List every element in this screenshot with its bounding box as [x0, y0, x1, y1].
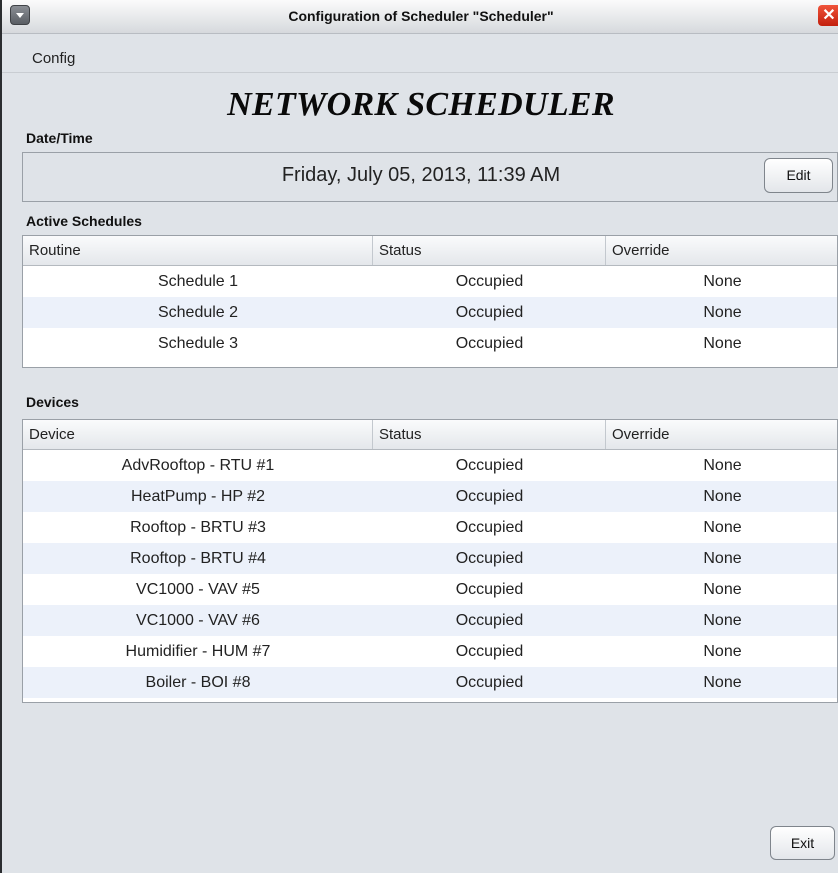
table-row[interactable]: Schedule 2 Occupied None: [23, 297, 837, 328]
schedules-body: Schedule 1 Occupied None Schedule 2 Occu…: [23, 266, 837, 359]
scheduler-window: Configuration of Scheduler "Scheduler" ✕…: [0, 0, 838, 873]
override-cell: None: [703, 519, 742, 536]
routine-cell: Schedule 1: [157, 273, 239, 290]
status-cell: Occupied: [455, 457, 524, 474]
devices-body: AdvRooftop - RTU #1 Occupied None HeatPu…: [23, 450, 837, 698]
status-cell: Occupied: [455, 674, 524, 691]
table-row[interactable]: VC1000 - VAV #6 Occupied None: [23, 605, 837, 636]
schedules-table: Routine Status Override Schedule 1 Occup…: [22, 235, 838, 368]
status-cell: Occupied: [455, 519, 524, 536]
routine-cell: Schedule 2: [157, 304, 239, 321]
active-schedules-label: Active Schedules: [26, 213, 142, 229]
status-cell: Occupied: [455, 304, 524, 321]
menu-config[interactable]: Config: [32, 50, 75, 67]
device-cell: Boiler - BOI #8: [145, 674, 251, 691]
override-cell: None: [703, 643, 742, 660]
override-cell: None: [703, 335, 742, 352]
status-cell: Occupied: [455, 488, 524, 505]
table-row[interactable]: Rooftop - BRTU #4 Occupied None: [23, 543, 837, 574]
title-bar[interactable]: Configuration of Scheduler "Scheduler" ✕: [2, 0, 838, 34]
override-cell: None: [703, 488, 742, 505]
table-row[interactable]: HeatPump - HP #2 Occupied None: [23, 481, 837, 512]
devices-header: Device Status Override: [23, 420, 837, 450]
datetime-value: Friday, July 05, 2013, 11:39 AM: [281, 164, 561, 186]
exit-button[interactable]: Exit: [770, 826, 835, 860]
device-cell: Rooftop - BRTU #3: [130, 519, 266, 536]
routine-cell: Schedule 3: [157, 335, 239, 352]
column-header-device[interactable]: Device: [23, 420, 373, 449]
column-header-override[interactable]: Override: [606, 236, 837, 265]
device-cell: VC1000 - VAV #6: [136, 612, 260, 629]
column-header-status[interactable]: Status: [373, 420, 606, 449]
status-cell: Occupied: [455, 335, 524, 352]
datetime-label: Date/Time: [26, 130, 93, 146]
device-cell: Rooftop - BRTU #4: [130, 550, 266, 567]
override-cell: None: [703, 612, 742, 629]
override-cell: None: [703, 304, 742, 321]
status-cell: Occupied: [455, 612, 524, 629]
status-cell: Occupied: [455, 273, 524, 290]
column-header-routine[interactable]: Routine: [23, 236, 373, 265]
table-row[interactable]: VC1000 - VAV #5 Occupied None: [23, 574, 837, 605]
override-cell: None: [703, 581, 742, 598]
override-cell: None: [703, 550, 742, 567]
column-header-override[interactable]: Override: [606, 420, 837, 449]
override-cell: None: [703, 273, 742, 290]
close-icon[interactable]: ✕: [818, 5, 838, 26]
table-row[interactable]: Rooftop - BRTU #3 Occupied None: [23, 512, 837, 543]
devices-label: Devices: [26, 394, 79, 410]
table-row[interactable]: Humidifier - HUM #7 Occupied None: [23, 636, 837, 667]
override-cell: None: [703, 457, 742, 474]
window-title: Configuration of Scheduler "Scheduler": [288, 8, 554, 24]
device-cell: HeatPump - HP #2: [131, 488, 265, 505]
table-row[interactable]: Schedule 1 Occupied None: [23, 266, 837, 297]
device-cell: VC1000 - VAV #5: [136, 581, 260, 598]
page-title: NETWORK SCHEDULER: [227, 86, 615, 123]
override-cell: None: [703, 674, 742, 691]
status-cell: Occupied: [455, 581, 524, 598]
table-row[interactable]: AdvRooftop - RTU #1 Occupied None: [23, 450, 837, 481]
schedules-header: Routine Status Override: [23, 236, 837, 266]
status-cell: Occupied: [455, 550, 524, 567]
column-header-status[interactable]: Status: [373, 236, 606, 265]
edit-button[interactable]: Edit: [764, 158, 833, 193]
device-cell: Humidifier - HUM #7: [125, 643, 271, 660]
table-row[interactable]: Schedule 3 Occupied None: [23, 328, 837, 359]
table-row[interactable]: Boiler - BOI #8 Occupied None: [23, 667, 837, 698]
device-cell: AdvRooftop - RTU #1: [121, 457, 275, 474]
devices-table: Device Status Override AdvRooftop - RTU …: [22, 419, 838, 703]
menu-bar: [2, 44, 838, 73]
status-cell: Occupied: [455, 643, 524, 660]
